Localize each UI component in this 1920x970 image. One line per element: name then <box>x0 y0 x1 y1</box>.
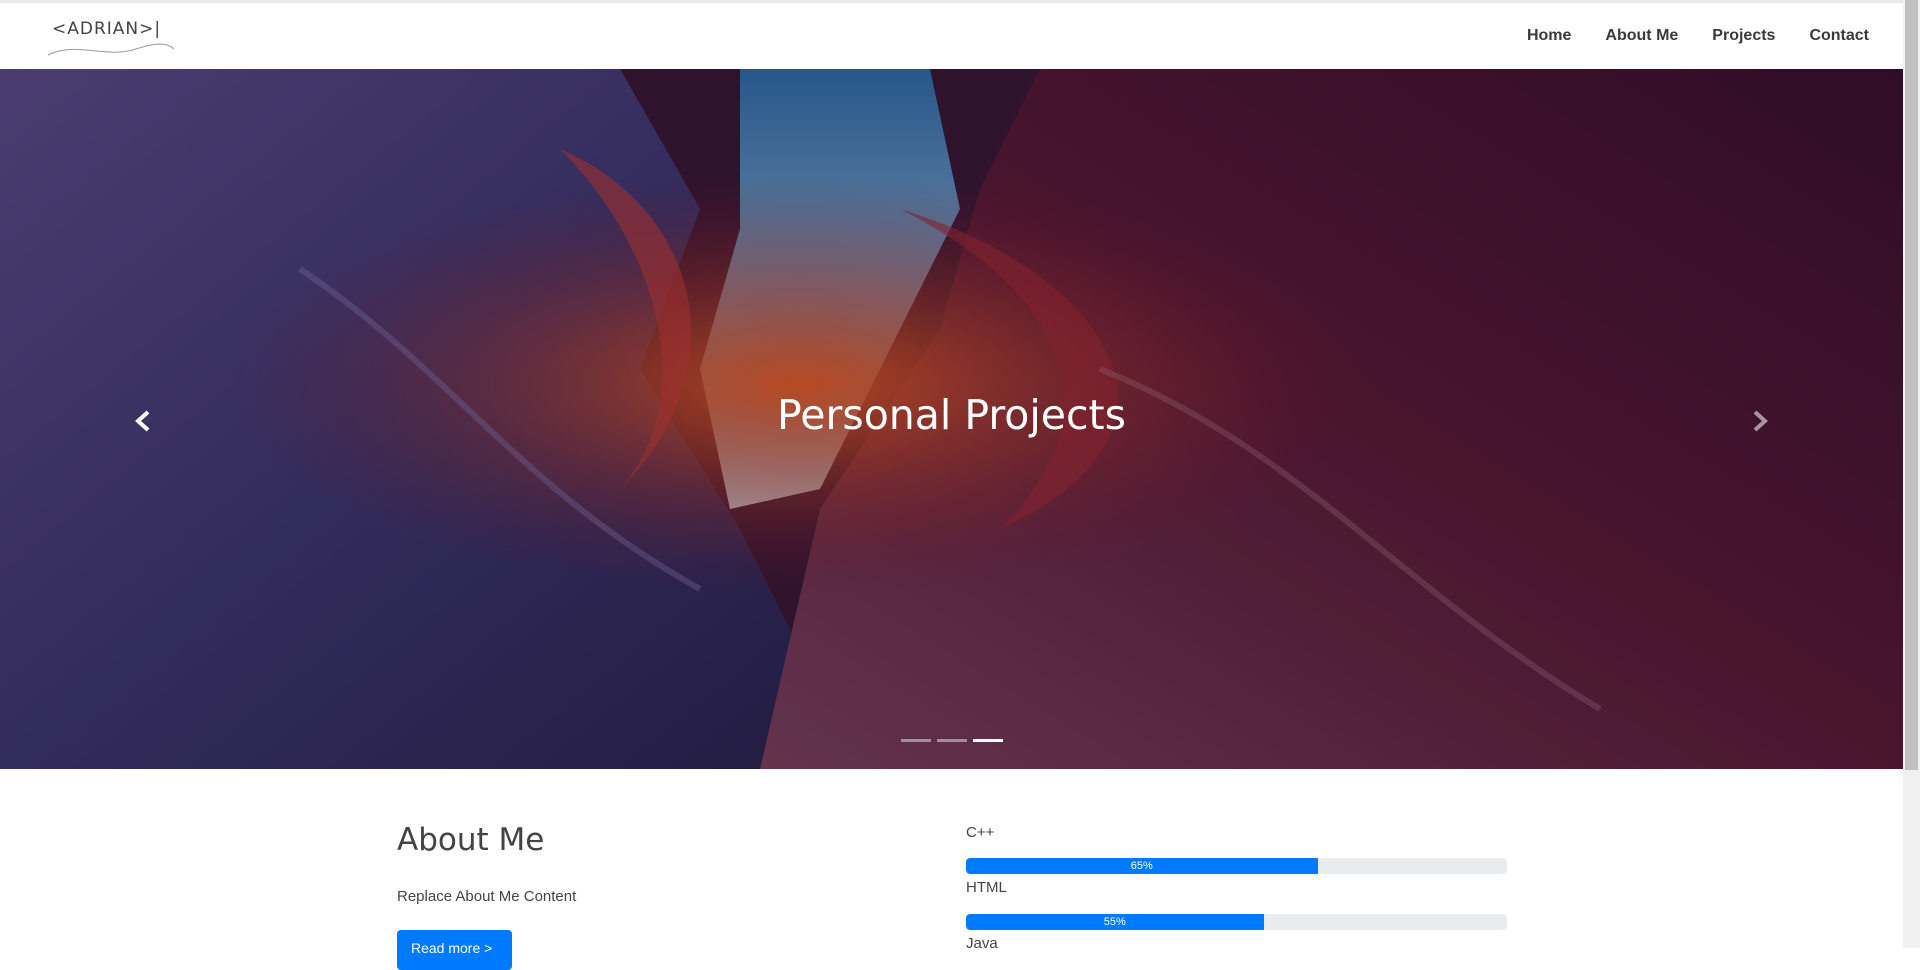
logo-swoosh-icon <box>47 43 175 56</box>
skill-label-cpp: C++ <box>966 824 995 841</box>
about-title: About Me <box>397 822 545 858</box>
main-nav: Home About Me Projects Contact <box>1527 27 1869 45</box>
nav-projects[interactable]: Projects <box>1712 27 1775 45</box>
carousel-indicator-active[interactable] <box>972 739 1003 742</box>
logo[interactable]: <ADRIAN>| <box>46 13 176 61</box>
chevron-left-icon <box>135 410 150 432</box>
skill-progress-cpp: 65% <box>966 858 1507 874</box>
skill-progress-fill: 65% <box>966 858 1318 874</box>
chevron-right-icon <box>1753 410 1768 432</box>
nav-contact[interactable]: Contact <box>1809 27 1869 45</box>
navbar: <ADRIAN>| Home About Me Projects Contact <box>0 3 1903 69</box>
skill-label-java: Java <box>966 935 998 952</box>
nav-about-me[interactable]: About Me <box>1605 27 1678 45</box>
scrollbar-thumb[interactable] <box>1905 0 1918 770</box>
about-text: Replace About Me Content <box>397 888 577 905</box>
skill-label-html: HTML <box>966 879 1007 896</box>
carousel-indicators <box>0 739 1903 742</box>
hero-carousel: Personal Projects <box>0 69 1903 769</box>
carousel-prev-button[interactable] <box>123 401 163 441</box>
skill-progress-html: 55% <box>966 914 1507 930</box>
carousel-indicator[interactable] <box>936 739 967 742</box>
skill-progress-fill: 55% <box>966 914 1264 930</box>
hero-title: Personal Projects <box>777 391 1126 439</box>
carousel-indicator[interactable] <box>900 739 931 742</box>
read-more-button[interactable]: Read more > <box>397 930 512 970</box>
logo-text: <ADRIAN>| <box>52 19 162 39</box>
nav-home[interactable]: Home <box>1527 27 1571 45</box>
carousel-next-button[interactable] <box>1740 401 1780 441</box>
